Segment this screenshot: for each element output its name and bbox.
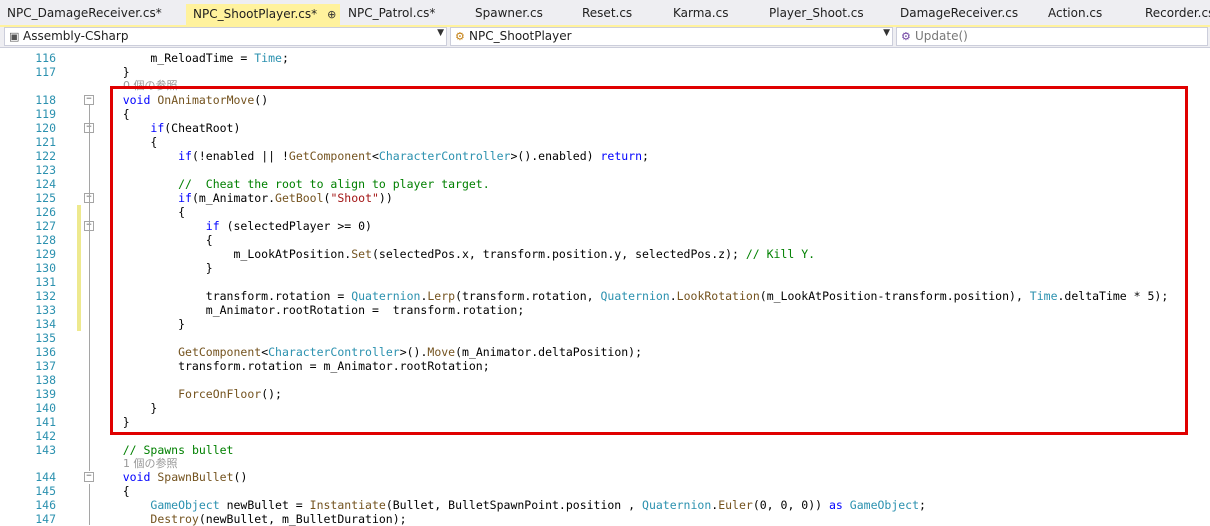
line-number: 129: [35, 247, 56, 261]
code-line[interactable]: // Spawns bullet: [95, 443, 234, 457]
tab-label: Action.cs: [1048, 6, 1103, 20]
line-number: 123: [35, 163, 56, 177]
editor-tab[interactable]: NPC_ShootPlayer.cs* ⊕ ×: [186, 4, 340, 25]
line-number: 132: [35, 289, 56, 303]
code-line[interactable]: void SpawnBullet(): [95, 470, 248, 484]
line-number: 145: [35, 484, 56, 498]
line-number: 142: [35, 429, 56, 443]
project-dropdown[interactable]: ▣ Assembly-CSharp ▼: [4, 27, 447, 46]
highlight-annotation-box: [110, 86, 1188, 435]
line-number: 136: [35, 345, 56, 359]
line-number: 146: [35, 498, 56, 512]
editor-tab[interactable]: NPC_Patrol.cs*: [341, 3, 466, 25]
line-number: 118: [35, 93, 56, 107]
class-label: NPC_ShootPlayer: [469, 29, 572, 43]
line-number: 128: [35, 233, 56, 247]
tab-label: Player_Shoot.cs: [769, 6, 864, 20]
line-number: 131: [35, 275, 56, 289]
editor-tab[interactable]: NPC_DamageReceiver.cs*: [0, 3, 180, 25]
tab-label: NPC_ShootPlayer.cs*: [193, 7, 318, 21]
line-number: 125: [35, 191, 56, 205]
method-icon: ⚙: [901, 30, 911, 43]
editor-tab[interactable]: Recorder.cs: [1138, 3, 1210, 25]
line-number: 137: [35, 359, 56, 373]
class-dropdown[interactable]: ⚙ NPC_ShootPlayer ▼: [450, 27, 893, 46]
editor-tab[interactable]: DamageReceiver.cs: [893, 3, 1040, 25]
member-dropdown[interactable]: ⚙ Update(): [896, 27, 1208, 46]
line-number: 144: [35, 470, 56, 484]
tab-label: Karma.cs: [673, 6, 729, 20]
line-number: 120: [35, 121, 56, 135]
line-number: 127: [35, 219, 56, 233]
project-label: Assembly-CSharp: [23, 29, 129, 43]
line-number: 130: [35, 261, 56, 275]
line-number: 141: [35, 415, 56, 429]
code-editor[interactable]: 116 117 118 119 120 121 122 123 124 125 126 127 128 1…: [0, 48, 1210, 526]
tab-label: Reset.cs: [582, 6, 633, 20]
line-number: 134: [35, 317, 56, 331]
change-indicator-bar: [77, 205, 81, 331]
navigation-bar: ▣ Assembly-CSharp ▼ ⚙ NPC_ShootPlayer ▼ ⚙ U…: [0, 27, 1210, 48]
tab-label: Recorder.cs: [1145, 6, 1210, 20]
line-number: 140: [35, 401, 56, 415]
line-number: 135: [35, 331, 56, 345]
line-number: 139: [35, 387, 56, 401]
line-number: 116: [35, 51, 56, 65]
tab-label: DamageReceiver.cs: [900, 6, 1019, 20]
code-line[interactable]: Destroy(newBullet, m_BulletDuration);: [95, 512, 406, 526]
outline-guide-line: [89, 484, 90, 525]
editor-tab[interactable]: Spawner.cs: [468, 3, 574, 25]
tab-label: Spawner.cs: [475, 6, 543, 20]
line-number: 126: [35, 205, 56, 219]
line-number: 117: [35, 65, 56, 79]
tab-label: NPC_DamageReceiver.cs*: [7, 6, 162, 20]
line-number: 147: [35, 512, 56, 526]
editor-tab[interactable]: Karma.cs: [666, 3, 761, 25]
code-line[interactable]: m_ReloadTime = Time;: [95, 51, 289, 65]
line-number: 133: [35, 303, 56, 317]
line-number: 122: [35, 149, 56, 163]
pin-close-icon[interactable]: ⊕ ×: [327, 8, 340, 21]
editor-tab[interactable]: Action.cs: [1041, 3, 1137, 25]
collapse-region-icon[interactable]: −: [84, 472, 94, 482]
class-icon: ⚙: [455, 30, 465, 43]
chevron-down-icon: ▼: [883, 28, 890, 38]
line-number: 121: [35, 135, 56, 149]
code-line[interactable]: }: [95, 65, 130, 79]
outline-guide-line: [89, 105, 90, 471]
collapse-region-icon[interactable]: −: [84, 95, 94, 105]
editor-tab[interactable]: Reset.cs: [575, 3, 665, 25]
line-number: 143: [35, 443, 56, 457]
line-number: 138: [35, 373, 56, 387]
editor-tab[interactable]: Player_Shoot.cs: [762, 3, 892, 25]
chevron-down-icon: ▼: [437, 28, 444, 38]
reference-count-lens[interactable]: 1 個の参照: [123, 457, 178, 471]
line-number: 124: [35, 177, 56, 191]
document-tab-strip: NPC_DamageReceiver.cs* NPC_ShootPlayer.cs…: [0, 0, 1210, 27]
member-label: Update(): [915, 29, 968, 43]
line-number: 119: [35, 107, 56, 121]
code-line[interactable]: GameObject newBullet = Instantiate(Bulle…: [95, 498, 926, 512]
tab-label: NPC_Patrol.cs*: [348, 6, 436, 20]
project-icon: ▣: [9, 30, 20, 43]
code-line[interactable]: {: [95, 484, 130, 498]
